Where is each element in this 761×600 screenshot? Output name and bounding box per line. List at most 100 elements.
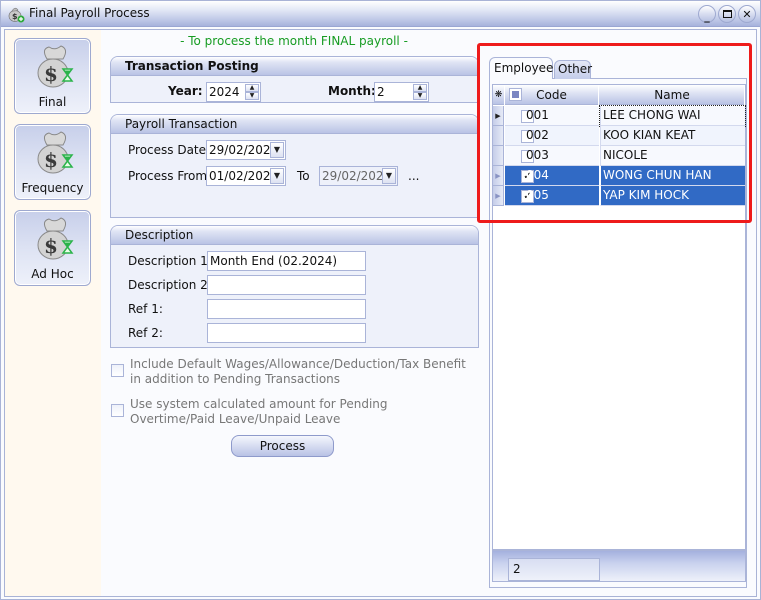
- chevron-down-icon[interactable]: ▼: [382, 168, 396, 184]
- include-default-line1: Include Default Wages/Allowance/Deductio…: [130, 357, 466, 371]
- code-cell[interactable]: 003: [505, 146, 599, 166]
- svg-text:$: $: [44, 148, 58, 172]
- include-default-line2: in addition to Pending Transactions: [130, 372, 341, 386]
- title-bar: $ Final Payroll Process _ ✕: [1, 1, 760, 27]
- sidebar-item-label: Final: [38, 95, 67, 109]
- code-cell[interactable]: ✓ 004: [505, 166, 599, 186]
- description-2-label: Description 2:: [128, 278, 212, 292]
- use-system-calc-checkbox[interactable]: [111, 404, 124, 417]
- process-date-picker[interactable]: 29/02/2024 ▼: [206, 140, 286, 160]
- chevron-down-icon[interactable]: ▼: [270, 168, 284, 184]
- name-cell[interactable]: KOO KIAN KEAT: [600, 126, 745, 146]
- window-title: Final Payroll Process: [29, 6, 150, 20]
- table-row[interactable]: ▶ ✓ 004 WONG CHUN HAN: [493, 166, 745, 186]
- minimize-button[interactable]: _: [698, 5, 716, 23]
- ref-2-label: Ref 2:: [128, 326, 163, 340]
- month-stepper[interactable]: ▲ ▼: [413, 84, 427, 100]
- money-bag-hourglass-icon: $: [37, 217, 74, 260]
- select-all-checkbox[interactable]: [509, 88, 522, 101]
- row-indicator[interactable]: [493, 146, 504, 166]
- payroll-app-icon: $: [8, 7, 25, 23]
- process-date-value: 29/02/2024: [209, 143, 279, 157]
- increment-icon[interactable]: ▲: [245, 84, 259, 92]
- description-1-label: Description 1:: [128, 254, 212, 268]
- table-row[interactable]: ▶ 001 LEE CHONG WAI: [493, 105, 746, 127]
- name-cell[interactable]: YAP KIM HOCK: [600, 186, 745, 206]
- process-from-value: 01/02/2024: [209, 169, 279, 183]
- year-label: Year:: [168, 84, 203, 98]
- ref-1-label: Ref 1:: [128, 302, 163, 316]
- more-options-button[interactable]: ...: [408, 169, 419, 183]
- code-cell[interactable]: ✓ 005: [505, 186, 599, 206]
- group-title: Description: [111, 226, 478, 245]
- to-label: To: [297, 169, 310, 183]
- process-from-picker[interactable]: 01/02/2024 ▼: [206, 166, 286, 186]
- code-cell[interactable]: 001: [505, 106, 599, 126]
- column-header-code[interactable]: Code: [505, 85, 599, 105]
- table-row[interactable]: 003 NICOLE: [493, 146, 745, 166]
- increment-icon[interactable]: ▲: [413, 84, 427, 92]
- code-text: 004: [526, 168, 549, 182]
- sidebar-item-label: Ad Hoc: [31, 267, 74, 281]
- grid-header: ❋ Code Name: [493, 85, 745, 105]
- process-date-label: Process Date:: [128, 143, 211, 157]
- ref-1-input[interactable]: [207, 299, 366, 319]
- year-stepper[interactable]: ▲ ▼: [245, 84, 259, 100]
- close-button[interactable]: ✕: [738, 5, 756, 23]
- table-row[interactable]: 002 KOO KIAN KEAT: [493, 126, 745, 146]
- name-cell[interactable]: NICOLE: [600, 146, 745, 166]
- maximize-button[interactable]: [718, 5, 736, 23]
- month-value: 2: [377, 85, 385, 99]
- process-to-picker[interactable]: 29/02/2024 ▼: [319, 166, 398, 186]
- asterisk-icon: ❋: [493, 85, 505, 105]
- process-button[interactable]: Process: [231, 435, 334, 457]
- description-1-input[interactable]: Month End (02.2024): [207, 251, 366, 271]
- money-bag-hourglass-icon: $: [37, 45, 74, 88]
- group-title: Transaction Posting: [111, 57, 478, 76]
- row-indicator[interactable]: ▶: [493, 166, 504, 186]
- row-indicator[interactable]: [493, 126, 504, 146]
- include-default-checkbox[interactable]: [111, 364, 124, 377]
- employee-grid: ❋ Code Name ▶ 001 LEE CHONG WAI 002 KOO KIAN…: [492, 84, 746, 550]
- code-cell[interactable]: 002: [505, 126, 599, 146]
- svg-text:$: $: [12, 12, 18, 21]
- sidebar-item-final[interactable]: $ Final: [14, 38, 91, 114]
- code-text: 003: [526, 148, 549, 162]
- selected-count: 2: [508, 558, 600, 581]
- sidebar-item-label: Frequency: [21, 181, 84, 195]
- chevron-down-icon[interactable]: ▼: [270, 142, 284, 158]
- table-row[interactable]: ▶ ✓ 005 YAP KIM HOCK: [493, 186, 745, 206]
- column-header-name[interactable]: Name: [600, 85, 745, 105]
- year-input[interactable]: 2024 ▲ ▼: [206, 82, 261, 102]
- sidebar-item-frequency[interactable]: $ Frequency: [14, 124, 91, 200]
- year-value: 2024: [209, 85, 240, 99]
- tab-employee[interactable]: Employee: [489, 57, 553, 79]
- ref-2-input[interactable]: [207, 323, 366, 343]
- sidebar: [5, 30, 101, 596]
- code-header-label: Code: [536, 88, 567, 102]
- decrement-icon[interactable]: ▼: [413, 92, 427, 100]
- row-indicator[interactable]: ▶: [493, 106, 504, 126]
- payroll-transaction-group: Payroll Transaction: [110, 114, 479, 218]
- decrement-icon[interactable]: ▼: [245, 92, 259, 100]
- group-title: Payroll Transaction: [111, 115, 478, 134]
- svg-text:$: $: [44, 62, 58, 86]
- close-icon: ✕: [742, 7, 752, 21]
- sidebar-item-ad-hoc[interactable]: $ Ad Hoc: [14, 210, 91, 286]
- month-input[interactable]: 2 ▲ ▼: [374, 82, 429, 102]
- minimize-icon: _: [704, 10, 710, 23]
- grid-footer: 2: [492, 550, 746, 582]
- tab-other[interactable]: Other: [554, 60, 592, 79]
- maximize-icon: [722, 10, 732, 18]
- row-indicator[interactable]: ▶: [493, 186, 504, 206]
- code-text: 002: [526, 128, 549, 142]
- include-default-label: Include Default Wages/Allowance/Deductio…: [130, 357, 466, 387]
- code-text: 001: [526, 108, 549, 122]
- description-2-input[interactable]: [207, 275, 366, 295]
- use-system-calc-line1: Use system calculated amount for Pending: [130, 397, 388, 411]
- name-cell[interactable]: LEE CHONG WAI: [599, 105, 746, 127]
- payroll-window: $ Final Payroll Process _ ✕ $ Final $ Fr…: [0, 0, 761, 600]
- process-from-label: Process From:: [128, 169, 212, 183]
- name-cell[interactable]: WONG CHUN HAN: [600, 166, 745, 186]
- use-system-calc-line2: Overtime/Paid Leave/Unpaid Leave: [130, 412, 341, 426]
